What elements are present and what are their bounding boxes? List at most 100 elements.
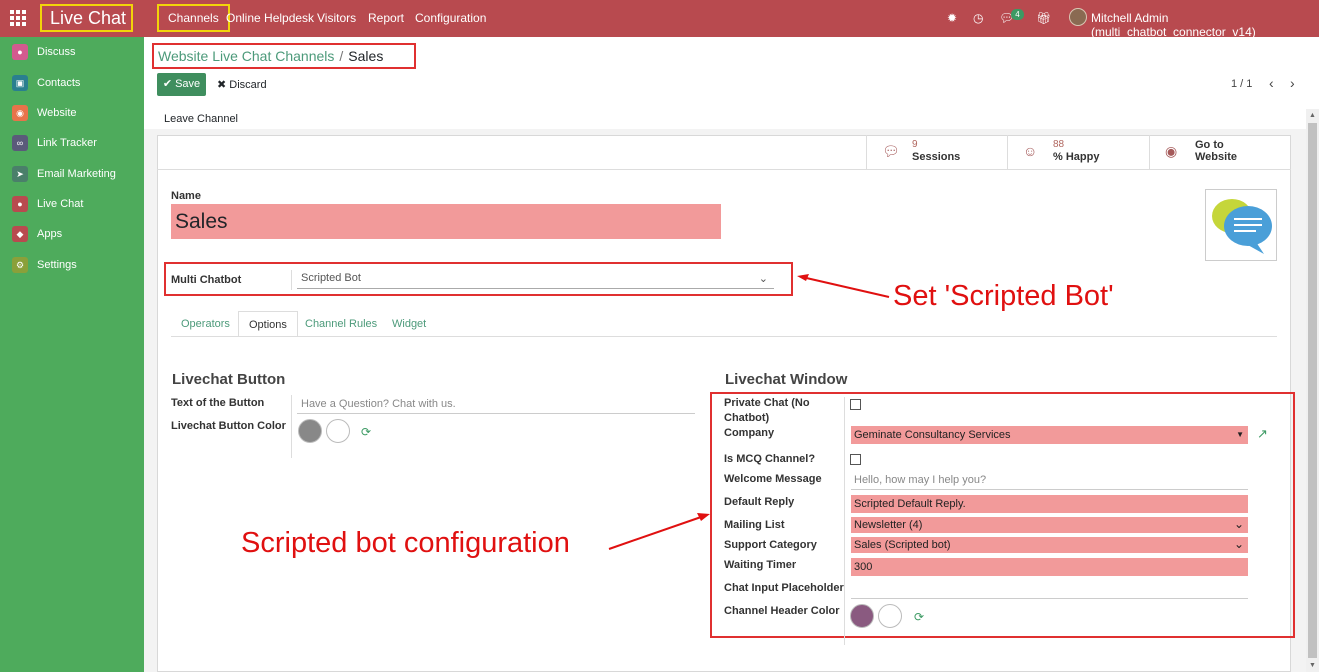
breadcrumb-separator: / [339, 48, 344, 64]
sessions-count: 9 [912, 139, 918, 150]
sidebar-item-label: Email Marketing [37, 168, 116, 180]
waiting-timer-label: Waiting Timer [724, 559, 797, 571]
vertical-scrollbar[interactable]: ▲ ▼ [1306, 109, 1319, 672]
sidebar-item-label: Live Chat [37, 198, 84, 210]
sidebar-item-website[interactable]: ◉ Website [12, 103, 77, 123]
button-color-label: Livechat Button Color [171, 420, 286, 432]
user-avatar[interactable] [1069, 8, 1087, 26]
annotation-set-scripted-bot: Set 'Scripted Bot' [893, 280, 1114, 312]
check-icon: ✔ [162, 78, 173, 90]
sidebar-item-email-marketing[interactable]: ➤ Email Marketing [12, 164, 116, 184]
settings-icon: ⚙ [12, 257, 28, 273]
main-content: Website Live Chat Channels / Sales ✔ Save … [144, 37, 1319, 672]
field-divider [844, 397, 845, 645]
company-value: Geminate Consultancy Services [854, 429, 1011, 441]
field-divider [291, 270, 292, 290]
private-chat-label: Private Chat (No [724, 397, 810, 409]
sidebar-item-discuss[interactable]: ● Discuss [12, 42, 76, 62]
app-title[interactable]: Live Chat [40, 4, 133, 32]
messages-count-badge: 4 [1011, 9, 1024, 20]
chat-input-placeholder-input[interactable] [851, 583, 1248, 599]
sidebar-item-link-tracker[interactable]: ∞ Link Tracker [12, 133, 97, 153]
scroll-up-icon[interactable]: ▲ [1309, 112, 1316, 119]
sidebar-item-apps[interactable]: ◆ Apps [12, 224, 62, 244]
company-label: Company [724, 427, 775, 439]
discard-label: Discard [229, 79, 267, 91]
breadcrumb-parent-link[interactable]: Website Live Chat Channels [158, 48, 334, 64]
mailing-list-label: Mailing List [724, 519, 785, 531]
sidebar-item-contacts[interactable]: ▣ Contacts [12, 73, 80, 93]
mcq-channel-checkbox[interactable] [850, 454, 861, 465]
chat-bubbles-icon [1212, 199, 1272, 254]
private-chat-checkbox[interactable] [850, 399, 861, 410]
sidebar-item-live-chat[interactable]: ● Live Chat [12, 194, 83, 214]
user-menu[interactable]: Mitchell Admin (multi_chatbot_connector_… [1091, 11, 1319, 39]
mcq-channel-label: Is MCQ Channel? [724, 453, 816, 465]
sidebar-item-settings[interactable]: ⚙ Settings [12, 255, 77, 275]
refresh-icon[interactable]: ⟳ [914, 610, 924, 624]
welcome-message-placeholder: Hello, how may I help you? [854, 474, 987, 486]
caret-down-icon: ▼ [1236, 430, 1244, 439]
mailing-list-select[interactable]: Newsletter (4) ⌄ [851, 517, 1248, 533]
sessions-stat-button[interactable]: 💬︎ 9 Sessions [866, 135, 1007, 169]
pager-value: 1 / 1 [1231, 78, 1253, 90]
support-category-select[interactable]: Sales (Scripted bot) ⌄ [851, 537, 1248, 553]
smile-icon: ☺ [1023, 143, 1038, 159]
menu-visitors[interactable]: Visitors [317, 0, 356, 37]
default-reply-input[interactable]: Scripted Default Reply. [851, 495, 1248, 513]
save-button[interactable]: ✔ Save [157, 73, 206, 96]
text-of-button-input[interactable]: Have a Question? Chat with us. [297, 398, 695, 414]
default-reply-label: Default Reply [724, 496, 795, 508]
name-label: Name [171, 190, 201, 202]
private-chat-label-line2: Chatbot) [724, 412, 770, 424]
go-to-website-button[interactable]: ◉ Go to Website [1149, 135, 1290, 169]
chevron-left-icon[interactable]: ‹ [1269, 75, 1274, 91]
tab-channel-rules[interactable]: Channel Rules [295, 311, 387, 337]
annotation-arrow-config [608, 513, 710, 550]
tab-operators[interactable]: Operators [171, 311, 240, 337]
text-of-button-label: Text of the Button [171, 397, 265, 409]
button-text-color-swatch[interactable] [326, 419, 350, 443]
button-color-swatch[interactable] [298, 419, 322, 443]
tab-options[interactable]: Options [238, 311, 298, 337]
multi-chatbot-select[interactable]: Scripted Bot ⌄ [297, 272, 774, 289]
refresh-icon[interactable]: ⟳ [361, 425, 371, 439]
name-input[interactable]: Sales [171, 204, 721, 239]
button-box-divider [157, 169, 1291, 170]
field-divider [291, 395, 292, 458]
apps-grid-icon[interactable] [10, 10, 26, 26]
welcome-message-input[interactable]: Hello, how may I help you? [851, 474, 1248, 490]
save-label: Save [175, 78, 201, 90]
menu-configuration[interactable]: Configuration [415, 0, 486, 37]
bug-icon[interactable]: ✹ [947, 11, 957, 25]
sidebar-item-label: Contacts [37, 77, 81, 89]
sidebar-item-label: Website [37, 107, 77, 119]
company-select[interactable]: Geminate Consultancy Services ▼ [851, 426, 1248, 444]
go-to-label: Go to [1195, 139, 1224, 151]
activity-clock-icon[interactable]: ◷ [973, 11, 983, 25]
channel-image[interactable] [1205, 189, 1277, 261]
header-color-swatch[interactable] [850, 604, 874, 628]
chevron-down-icon: ⌄ [758, 273, 768, 285]
scrollbar-thumb[interactable] [1308, 123, 1317, 658]
menu-online-helpdesk[interactable]: Online Helpdesk [226, 0, 314, 37]
support-category-value: Sales (Scripted bot) [854, 539, 951, 551]
chevron-right-icon[interactable]: › [1290, 75, 1295, 91]
happy-stat-button[interactable]: ☺ 88 % Happy [1007, 135, 1149, 169]
website-label: Website [1195, 151, 1237, 163]
scroll-down-icon[interactable]: ▼ [1309, 662, 1316, 669]
menu-report[interactable]: Report [368, 0, 404, 37]
globe-icon: ◉ [1165, 143, 1178, 159]
tab-widget[interactable]: Widget [382, 311, 436, 337]
leave-channel-button[interactable]: Leave Channel [164, 113, 238, 125]
multi-chatbot-value: Scripted Bot [301, 272, 361, 284]
header-text-color-swatch[interactable] [878, 604, 902, 628]
waiting-timer-input[interactable]: 300 [851, 558, 1248, 576]
gift-icon[interactable]: 🎁︎ [1036, 11, 1051, 25]
sidebar-item-label: Apps [37, 228, 63, 240]
apps-icon: ◆ [12, 226, 28, 242]
mailing-list-value: Newsletter (4) [854, 519, 923, 531]
discard-button[interactable]: ✖ Discard [217, 78, 267, 91]
menu-channels[interactable]: Channels [157, 4, 230, 32]
external-link-icon[interactable]: ↗ [1257, 426, 1268, 442]
